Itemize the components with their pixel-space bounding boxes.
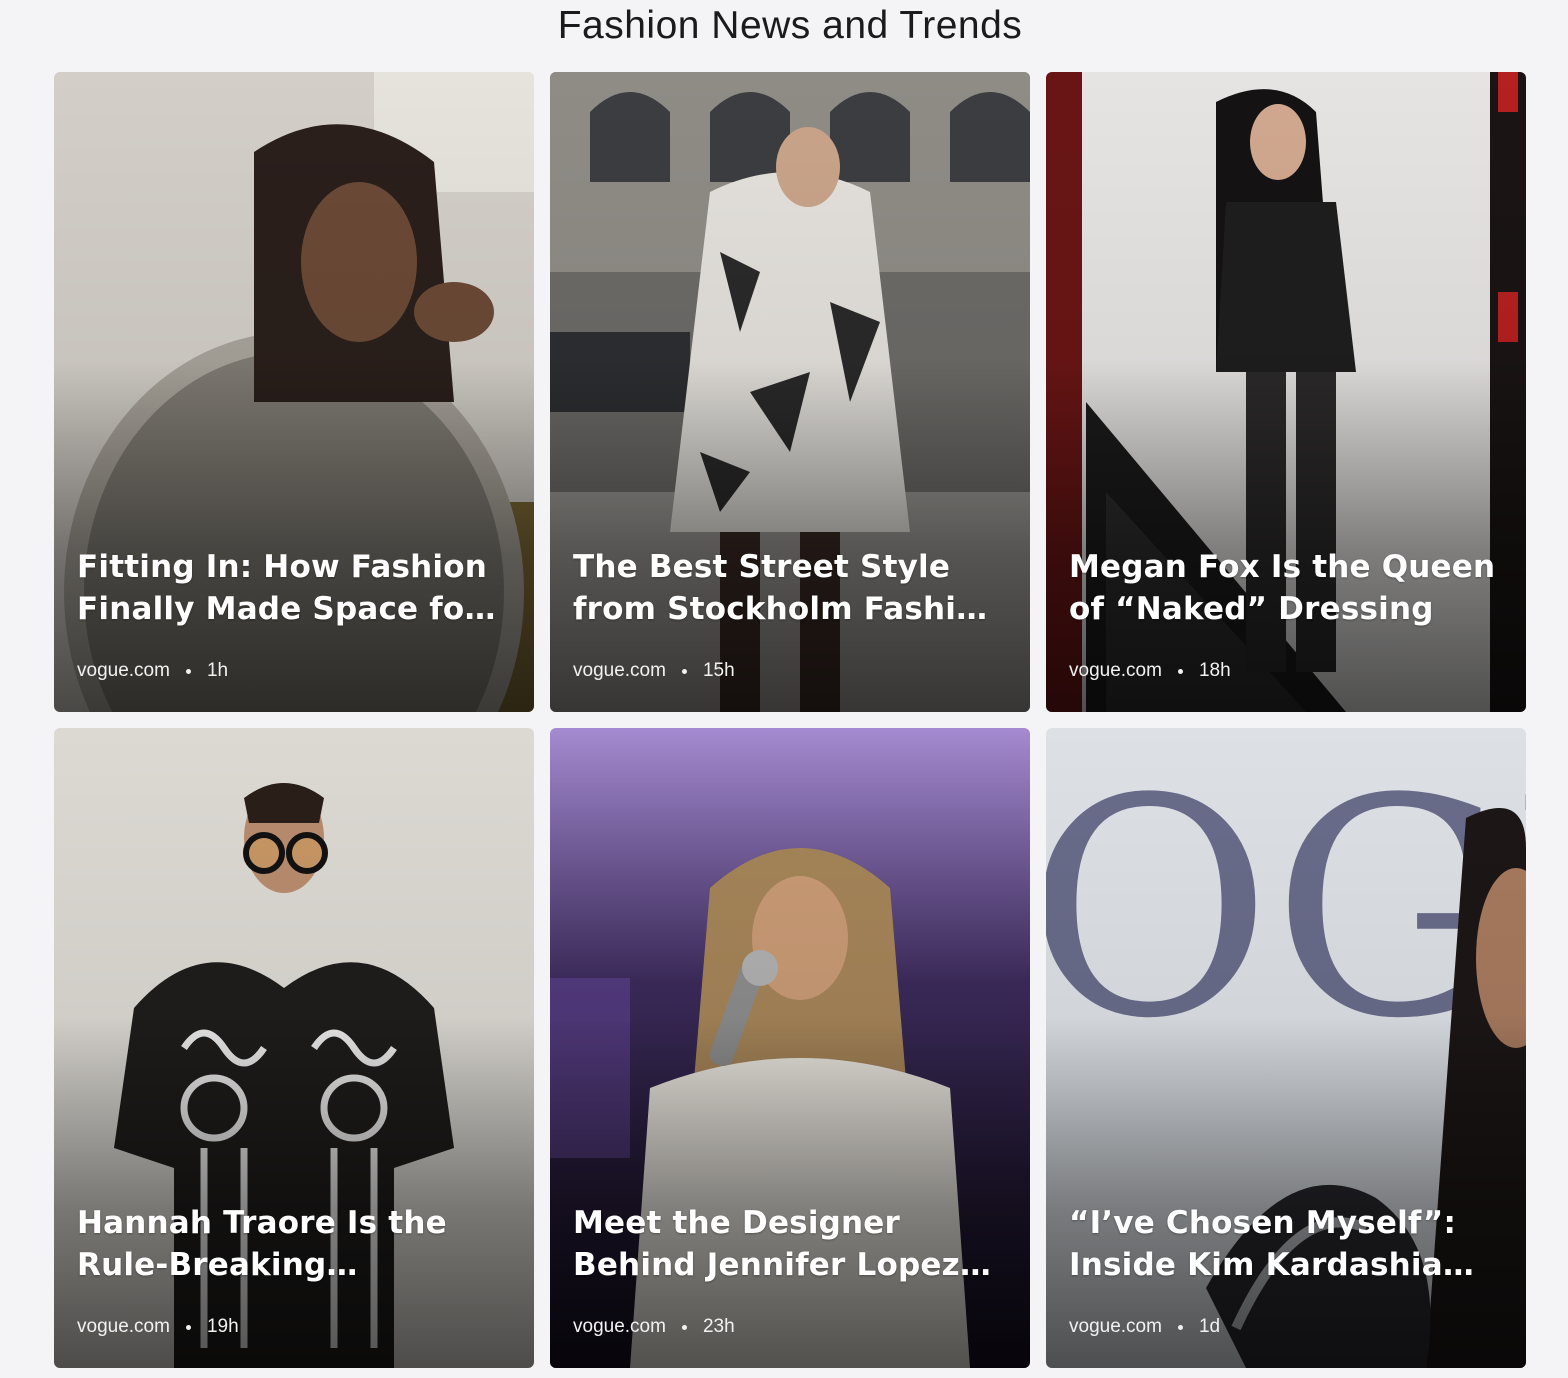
article-card[interactable]: The Best Street Style from Stockholm Fas…	[550, 72, 1030, 712]
article-time: 1h	[206, 660, 229, 681]
article-source: vogue.com	[573, 660, 666, 681]
article-grid: Fitting In: How Fashion Finally Made Spa…	[54, 72, 1526, 1368]
article-time: 1d	[1198, 1316, 1221, 1337]
article-card[interactable]: Hannah Traore Is the Rule-Breaking Downt…	[54, 728, 534, 1368]
article-title[interactable]: “I’ve Chosen Myself”: Inside Kim Kardash…	[1069, 1202, 1496, 1286]
article-time: 23h	[702, 1316, 735, 1337]
separator-dot-icon	[185, 1324, 191, 1330]
article-meta: vogue.com 18h	[1069, 660, 1496, 682]
article-card[interactable]: Fitting In: How Fashion Finally Made Spa…	[54, 72, 534, 712]
separator-dot-icon	[681, 1324, 687, 1330]
article-source: vogue.com	[77, 660, 170, 681]
card-text: Fitting In: How Fashion Finally Made Spa…	[77, 546, 504, 682]
card-text: “I’ve Chosen Myself”: Inside Kim Kardash…	[1069, 1202, 1496, 1338]
article-meta: vogue.com 1d	[1069, 1316, 1496, 1338]
card-text: Meet the Designer Behind Jennifer Lopez’…	[573, 1202, 1000, 1338]
article-title[interactable]: Hannah Traore Is the Rule-Breaking Downt…	[77, 1202, 504, 1286]
article-source: vogue.com	[573, 1316, 666, 1337]
article-title[interactable]: Megan Fox Is the Queen of “Naked” Dressi…	[1069, 546, 1496, 630]
separator-dot-icon	[681, 668, 687, 674]
card-text: Megan Fox Is the Queen of “Naked” Dressi…	[1069, 546, 1496, 682]
card-text: The Best Street Style from Stockholm Fas…	[573, 546, 1000, 682]
article-title[interactable]: Meet the Designer Behind Jennifer Lopez’…	[573, 1202, 1000, 1286]
article-meta: vogue.com 19h	[77, 1316, 504, 1338]
article-source: vogue.com	[1069, 660, 1162, 681]
article-meta: vogue.com 1h	[77, 660, 504, 682]
article-source: vogue.com	[1069, 1316, 1162, 1337]
separator-dot-icon	[1177, 668, 1183, 674]
article-title[interactable]: The Best Street Style from Stockholm Fas…	[573, 546, 1000, 630]
article-meta: vogue.com 15h	[573, 660, 1000, 682]
card-text: Hannah Traore Is the Rule-Breaking Downt…	[77, 1202, 504, 1338]
article-time: 15h	[702, 660, 735, 681]
separator-dot-icon	[185, 668, 191, 674]
article-title[interactable]: Fitting In: How Fashion Finally Made Spa…	[77, 546, 504, 630]
article-card[interactable]: OGU “I’ve Chosen Myself”: Inside Kim Kar…	[1046, 728, 1526, 1368]
article-time: 19h	[206, 1316, 239, 1337]
separator-dot-icon	[1177, 1324, 1183, 1330]
article-source: vogue.com	[77, 1316, 170, 1337]
article-card[interactable]: Megan Fox Is the Queen of “Naked” Dressi…	[1046, 72, 1526, 712]
article-time: 18h	[1198, 660, 1231, 681]
page-title: Fashion News and Trends	[557, 4, 1023, 47]
article-meta: vogue.com 23h	[573, 1316, 1000, 1338]
article-card[interactable]: Meet the Designer Behind Jennifer Lopez’…	[550, 728, 1030, 1368]
